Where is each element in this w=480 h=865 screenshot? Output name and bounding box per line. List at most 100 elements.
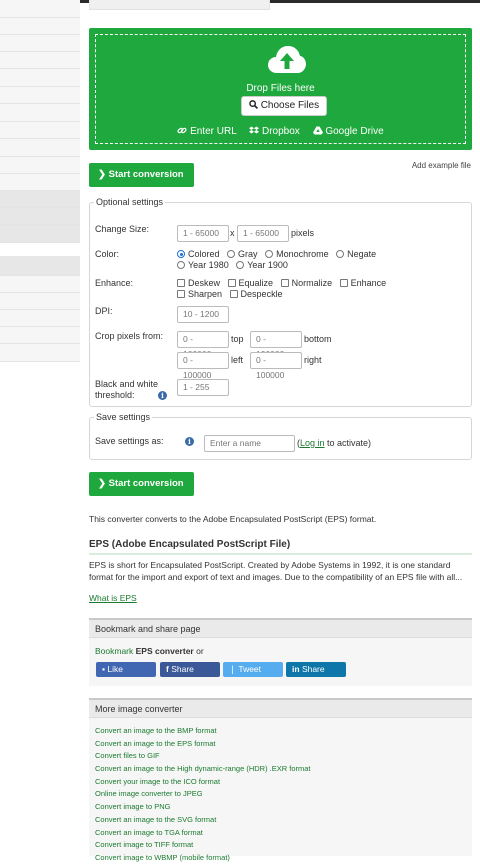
sidebar-row[interactable] [0, 256, 80, 276]
sidebar-row[interactable] [0, 18, 80, 35]
crop-top-label: top [231, 334, 244, 344]
save-settings-legend: Save settings [96, 412, 151, 422]
sidebar-row[interactable] [0, 310, 80, 327]
bookmark-line: Bookmark EPS converter or [95, 646, 204, 656]
sidebar-row[interactable] [0, 157, 80, 174]
what-is-eps-link[interactable]: What is EPS [89, 593, 137, 603]
settings-name-input[interactable]: Enter a name [204, 435, 295, 452]
more-converters-heading: More image converter [89, 700, 472, 718]
enter-url-link[interactable]: Enter URL [177, 126, 239, 137]
height-input[interactable]: 1 - 65000 [237, 225, 289, 242]
list-item[interactable]: Online image converter to JPEG [95, 788, 311, 801]
color-options-row1: Colored Gray Monochrome Negate [177, 249, 381, 259]
sidebar-row[interactable] [0, 87, 80, 104]
sidebar-row[interactable] [0, 69, 80, 87]
dpi-label: DPI: [95, 306, 113, 316]
sidebar-row[interactable] [0, 208, 80, 225]
bookmark-link[interactable]: Bookmark [95, 646, 136, 656]
info-icon[interactable]: i [185, 437, 194, 446]
sidebar-row[interactable] [0, 293, 80, 310]
choose-files-button[interactable]: Choose Files [241, 96, 327, 116]
dropbox-link[interactable]: Dropbox [249, 126, 302, 137]
list-item[interactable]: Convert files to GIF [95, 750, 311, 763]
color-options-row2: Year 1980 Year 1900 [177, 260, 293, 270]
enhance-option-normalize[interactable]: Normalize [280, 278, 332, 288]
file-dropzone[interactable]: Drop Files here Choose Files Enter URL D… [89, 28, 472, 150]
info-icon[interactable]: i [158, 391, 167, 400]
enter-url-label: Enter URL [190, 126, 237, 137]
radio-checked-icon [177, 250, 185, 258]
enhance-option-despeckle[interactable]: Despeckle [229, 289, 283, 299]
linkedin-share-button[interactable]: in Share [286, 662, 346, 677]
crop-left-input[interactable]: 0 - 100000 [177, 352, 229, 380]
login-hint: (Log in to activate) [297, 438, 372, 448]
checkbox-icon [229, 290, 238, 298]
sidebar-row[interactable] [0, 344, 80, 362]
start-conversion-button[interactable]: ❯ Start conversion [89, 472, 194, 496]
radio-icon [265, 250, 274, 258]
dropbox-label: Dropbox [261, 126, 300, 137]
sidebar-row[interactable] [0, 225, 80, 243]
list-item[interactable]: Convert an image to the SVG format [95, 814, 311, 827]
facebook-like-button[interactable]: ▪ Like [96, 662, 156, 677]
link-icon [177, 127, 187, 134]
list-item[interactable]: Convert an image to the High dynamic-ran… [95, 763, 311, 776]
choose-files-label: Choose Files [260, 100, 320, 111]
chevron-right-icon: ❯ [98, 169, 106, 180]
bookmark-target: EPS converter [135, 646, 194, 656]
sidebar-row[interactable] [0, 52, 80, 69]
enhance-option-equalize[interactable]: Equalize [227, 278, 273, 288]
width-input[interactable]: 1 - 65000 [177, 225, 229, 242]
sidebar-row[interactable] [0, 191, 80, 208]
google-drive-link[interactable]: Google Drive [312, 126, 384, 137]
list-item[interactable]: Convert your image to the ICO format [95, 776, 311, 789]
enhance-option-sharpen[interactable]: Sharpen [177, 289, 222, 299]
crop-bottom-input[interactable]: 0 - 100000 [250, 331, 302, 359]
color-option-gray[interactable]: Gray [227, 249, 258, 259]
sidebar [0, 0, 80, 856]
header-stub [89, 0, 270, 10]
crop-right-label: right [304, 355, 322, 365]
dpi-input[interactable]: 10 - 1200 [177, 306, 229, 323]
crop-top-input[interactable]: 0 - 100000 [177, 331, 229, 359]
color-option-year-1980[interactable]: Year 1980 [177, 260, 229, 270]
sidebar-row[interactable] [0, 327, 80, 344]
source-links: Enter URL Dropbox Google Drive [96, 126, 465, 137]
crop-right-input[interactable]: 0 - 100000 [250, 352, 302, 380]
list-item[interactable]: Convert an image to the BMP format [95, 725, 311, 738]
list-item[interactable]: Convert image to PNG [95, 801, 311, 814]
color-option-year-1900[interactable]: Year 1900 [236, 260, 288, 270]
color-option-colored[interactable]: Colored [177, 249, 220, 259]
converter-list: Convert an image to the BMP format Conve… [95, 725, 311, 865]
enhance-option-deskew[interactable]: Deskew [177, 278, 220, 288]
sidebar-row[interactable] [0, 104, 80, 122]
threshold-input[interactable]: 1 - 255 [177, 379, 229, 396]
login-link[interactable]: Log in [300, 438, 325, 448]
add-example-file-link[interactable]: Add example file [412, 161, 471, 170]
sidebar-row[interactable] [0, 122, 80, 139]
sidebar-row[interactable] [0, 276, 80, 293]
list-item[interactable]: Convert image to TIFF format [95, 839, 311, 852]
sidebar-row[interactable] [0, 35, 80, 52]
bookmark-share-heading: Bookmark and share page [89, 620, 472, 638]
sidebar-row[interactable] [0, 0, 80, 18]
google-drive-label: Google Drive [325, 126, 384, 137]
radio-icon [336, 250, 345, 258]
twitter-icon: ❘ [229, 664, 237, 674]
checkbox-icon [177, 290, 185, 298]
crop-label: Crop pixels from: [95, 331, 164, 341]
facebook-share-button[interactable]: f Share [160, 662, 220, 677]
list-item[interactable]: Convert an image to the EPS format [95, 738, 311, 751]
start-conversion-button[interactable]: ❯ Start conversion [89, 163, 194, 187]
list-item[interactable]: Convert an image to TGA format [95, 827, 311, 840]
twitter-share-button[interactable]: ❘ Tweet [223, 662, 283, 677]
color-option-monochrome[interactable]: Monochrome [265, 249, 329, 259]
threshold-label-line2: threshold: [95, 390, 135, 400]
enhance-option-enhance[interactable]: Enhance [339, 278, 386, 288]
checkbox-icon [280, 279, 289, 287]
color-option-negate[interactable]: Negate [336, 249, 376, 259]
sidebar-row[interactable] [0, 139, 80, 157]
list-item[interactable]: Convert image to WBMP (mobile format) [95, 852, 311, 865]
sidebar-row[interactable] [0, 174, 80, 191]
bookmark-share-panel: Bookmark and share page Bookmark EPS con… [89, 618, 472, 686]
